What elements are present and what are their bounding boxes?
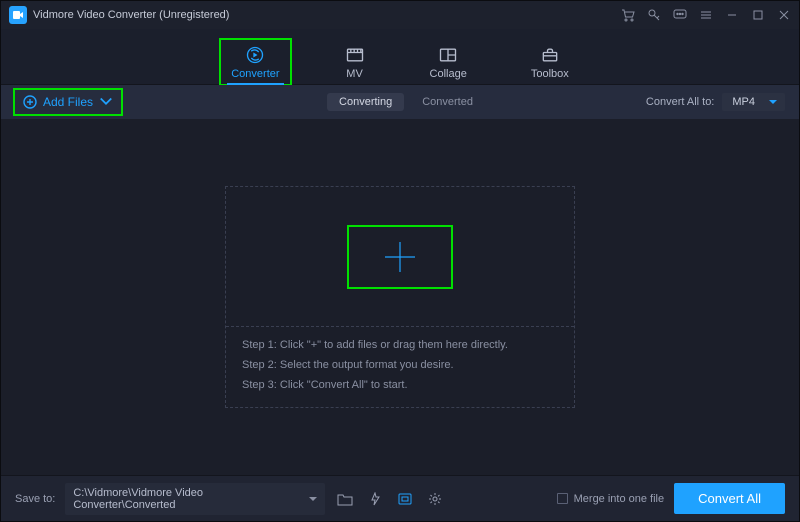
tab-label: Converter bbox=[231, 68, 279, 80]
app-window: Vidmore Video Converter (Unregistered) C… bbox=[0, 0, 800, 522]
add-files-plus-button[interactable] bbox=[349, 227, 451, 287]
minimize-button[interactable] bbox=[725, 8, 739, 22]
tab-label: MV bbox=[346, 68, 363, 80]
add-files-label: Add Files bbox=[43, 95, 93, 109]
chevron-down-icon bbox=[99, 95, 113, 109]
checkbox-box bbox=[557, 493, 568, 504]
step-2: Step 2: Select the output format you des… bbox=[242, 359, 558, 371]
app-logo bbox=[9, 6, 27, 24]
subtab-converting[interactable]: Converting bbox=[327, 93, 404, 111]
close-button[interactable] bbox=[777, 8, 791, 22]
settings-icon[interactable] bbox=[425, 490, 445, 508]
maximize-button[interactable] bbox=[751, 8, 765, 22]
feedback-icon[interactable] bbox=[673, 8, 687, 22]
output-format-select[interactable]: MP4 bbox=[722, 93, 785, 111]
tab-label: Toolbox bbox=[531, 68, 569, 80]
cart-icon[interactable] bbox=[621, 8, 635, 22]
top-nav: Converter MV Collage Toolbox bbox=[1, 29, 799, 85]
tab-toolbox[interactable]: Toolbox bbox=[521, 40, 579, 84]
tab-collage[interactable]: Collage bbox=[420, 40, 477, 84]
dropzone[interactable]: Step 1: Click "+" to add files or drag t… bbox=[225, 186, 575, 408]
convert-all-to-label: Convert All to: bbox=[646, 96, 714, 108]
main-area: Step 1: Click "+" to add files or drag t… bbox=[1, 119, 799, 475]
output-format-value: MP4 bbox=[732, 96, 755, 108]
instruction-steps: Step 1: Click "+" to add files or drag t… bbox=[226, 327, 574, 407]
add-files-button[interactable]: Add Files bbox=[15, 90, 121, 114]
high-speed-toggle[interactable] bbox=[365, 490, 385, 508]
dropzone-top bbox=[226, 187, 574, 327]
tab-label: Collage bbox=[430, 68, 467, 80]
tab-mv[interactable]: MV bbox=[334, 40, 376, 84]
open-folder-icon[interactable] bbox=[335, 490, 355, 508]
key-icon[interactable] bbox=[647, 8, 661, 22]
merge-checkbox[interactable]: Merge into one file bbox=[557, 493, 665, 505]
sub-toolbar: Add Files Converting Converted Convert A… bbox=[1, 85, 799, 119]
titlebar: Vidmore Video Converter (Unregistered) bbox=[1, 1, 799, 29]
convert-all-button[interactable]: Convert All bbox=[674, 483, 785, 514]
save-path-select[interactable]: C:\Vidmore\Vidmore Video Converter\Conve… bbox=[65, 483, 325, 515]
step-3: Step 3: Click "Convert All" to start. bbox=[242, 379, 558, 391]
save-to-label: Save to: bbox=[15, 493, 55, 505]
gpu-accel-toggle[interactable] bbox=[395, 490, 415, 508]
tab-converter[interactable]: Converter bbox=[221, 40, 289, 84]
window-title: Vidmore Video Converter (Unregistered) bbox=[33, 9, 229, 21]
step-1: Step 1: Click "+" to add files or drag t… bbox=[242, 339, 558, 351]
subtab-converted[interactable]: Converted bbox=[422, 96, 473, 108]
merge-label: Merge into one file bbox=[574, 493, 665, 505]
bottom-bar: Save to: C:\Vidmore\Vidmore Video Conver… bbox=[1, 475, 799, 521]
menu-icon[interactable] bbox=[699, 8, 713, 22]
save-path-value: C:\Vidmore\Vidmore Video Converter\Conve… bbox=[73, 487, 303, 511]
